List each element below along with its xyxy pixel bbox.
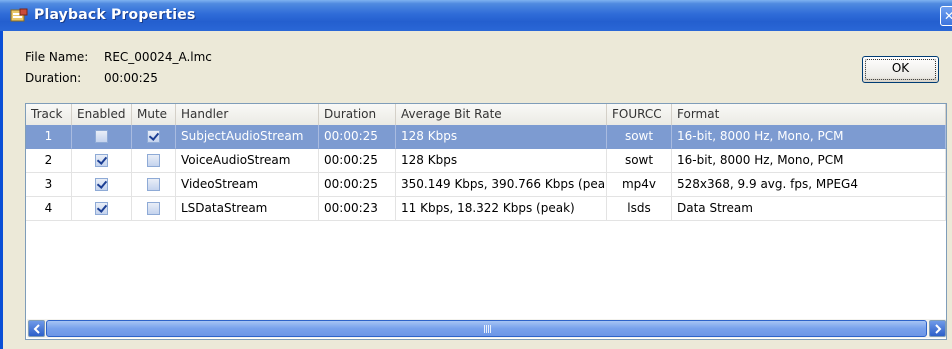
duration-cell: 00:00:25	[319, 149, 396, 173]
table-row[interactable]: 3 VideoStream 00:00:25 350.149 Kbps, 390…	[26, 173, 946, 197]
fourcc-cell: lsds	[607, 197, 672, 221]
column-header-mute[interactable]: Mute	[132, 104, 176, 125]
column-header-duration[interactable]: Duration	[319, 104, 396, 125]
column-header-fourcc[interactable]: FOURCC	[607, 104, 672, 125]
format-cell: 528x368, 9.9 avg. fps, MPEG4	[672, 173, 946, 197]
track-cell: 4	[26, 197, 72, 221]
fourcc-cell: sowt	[607, 125, 672, 149]
mute-checkbox[interactable]	[147, 202, 160, 215]
column-header-enabled[interactable]: Enabled	[72, 104, 132, 125]
enabled-checkbox[interactable]	[95, 202, 108, 215]
duration-cell: 00:00:25	[319, 125, 396, 149]
handler-cell: VoiceAudioStream	[176, 149, 319, 173]
track-cell: 3	[26, 173, 72, 197]
column-header-handler[interactable]: Handler	[176, 104, 319, 125]
scroll-left-button[interactable]	[28, 320, 45, 337]
properties-window-icon	[10, 8, 28, 23]
format-cell: Data Stream	[672, 197, 946, 221]
format-cell: 16-bit, 8000 Hz, Mono, PCM	[672, 149, 946, 173]
column-header-average-bit-rate[interactable]: Average Bit Rate	[396, 104, 607, 125]
track-cell: 2	[26, 149, 72, 173]
track-cell: 1	[26, 125, 72, 149]
bitrate-cell: 11 Kbps, 18.322 Kbps (peak)	[396, 197, 607, 221]
column-header-format[interactable]: Format	[672, 104, 946, 125]
mute-cell	[132, 125, 176, 149]
scrollbar-thumb[interactable]	[46, 320, 927, 337]
mute-cell	[132, 197, 176, 221]
close-button[interactable]: ✕	[940, 6, 952, 26]
mute-checkbox[interactable]	[147, 130, 160, 143]
mute-checkbox[interactable]	[147, 178, 160, 191]
bitrate-cell: 350.149 Kbps, 390.766 Kbps (peak)	[396, 173, 607, 197]
enabled-cell	[72, 125, 132, 149]
mute-cell	[132, 149, 176, 173]
handler-cell: SubjectAudioStream	[176, 125, 319, 149]
table-header: Track Enabled Mute Handler Duration Aver…	[26, 104, 946, 126]
enabled-cell	[72, 149, 132, 173]
enabled-cell	[72, 173, 132, 197]
tracks-table[interactable]: Track Enabled Mute Handler Duration Aver…	[25, 103, 947, 340]
table-row[interactable]: 4 LSDataStream 00:00:23 11 Kbps, 18.322 …	[26, 197, 946, 221]
fourcc-cell: mp4v	[607, 173, 672, 197]
handler-cell: VideoStream	[176, 173, 319, 197]
duration-value: 00:00:25	[104, 71, 158, 85]
horizontal-scrollbar[interactable]	[27, 319, 946, 338]
thumb-grip	[484, 325, 492, 333]
title-bar[interactable]: Playback Properties ✕	[0, 0, 952, 31]
file-name-label: File Name:	[25, 50, 89, 64]
duration-cell: 00:00:23	[319, 197, 396, 221]
scroll-right-button[interactable]	[929, 320, 946, 337]
table-row[interactable]: 1 SubjectAudioStream 00:00:25 128 Kbps s…	[26, 125, 946, 149]
duration-label: Duration:	[25, 71, 82, 85]
bitrate-cell: 128 Kbps	[396, 149, 607, 173]
bitrate-cell: 128 Kbps	[396, 125, 607, 149]
enabled-checkbox[interactable]	[95, 130, 108, 143]
handler-cell: LSDataStream	[176, 197, 319, 221]
mute-checkbox[interactable]	[147, 154, 160, 167]
enabled-cell	[72, 197, 132, 221]
format-cell: 16-bit, 8000 Hz, Mono, PCM	[672, 125, 946, 149]
window-title: Playback Properties	[34, 7, 196, 23]
duration-cell: 00:00:25	[319, 173, 396, 197]
table-row[interactable]: 2 VoiceAudioStream 00:00:25 128 Kbps sow…	[26, 149, 946, 173]
column-header-track[interactable]: Track	[26, 104, 72, 125]
enabled-checkbox[interactable]	[95, 154, 108, 167]
ok-button[interactable]: OK	[862, 56, 939, 83]
enabled-checkbox[interactable]	[95, 178, 108, 191]
mute-cell	[132, 173, 176, 197]
fourcc-cell: sowt	[607, 149, 672, 173]
file-name-value: REC_00024_A.lmc	[104, 50, 212, 64]
